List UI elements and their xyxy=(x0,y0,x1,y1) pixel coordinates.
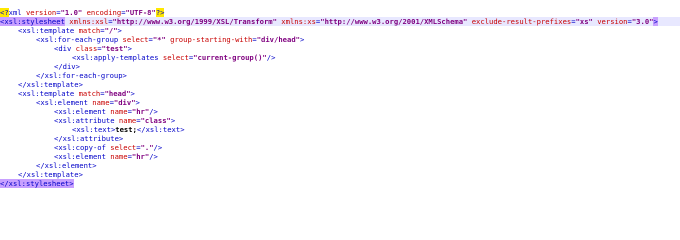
code-token: <xsl:text> xyxy=(72,125,116,134)
code-token: select xyxy=(110,143,137,152)
code-token: match xyxy=(78,89,101,98)
code-line[interactable]: <xsl:element name = "div" > xyxy=(0,98,680,107)
code-token: group-starting-with xyxy=(170,35,253,44)
code-token: </div> xyxy=(54,62,80,71)
code-token: match xyxy=(78,26,101,35)
code-line[interactable]: <xsl:for-each-group select = "*" group-sta… xyxy=(0,35,680,44)
code-token: class xyxy=(75,44,98,53)
code-line[interactable]: <? xml version = "1.0" encoding = "UTF-8" ?> xyxy=(0,8,680,17)
code-token: ?> xyxy=(155,8,165,17)
code-line[interactable]: <xsl:template match = "head" > xyxy=(0,89,680,98)
code-token: "head" xyxy=(104,89,131,98)
code-token: > xyxy=(170,116,176,125)
code-line[interactable]: <xsl:attribute name = "class" > xyxy=(0,116,680,125)
code-token: <xsl:apply-templates xyxy=(72,53,163,62)
code-line[interactable]: </xsl:template> xyxy=(0,170,680,179)
code-token: "." xyxy=(140,143,154,152)
code-line[interactable]: <xsl:copy-of select = "."/> xyxy=(0,143,680,152)
code-token: version xyxy=(25,8,57,17)
code-line[interactable]: </xsl:template> xyxy=(0,80,680,89)
code-line[interactable]: <div class = "test" > xyxy=(0,44,680,53)
code-token: encoding xyxy=(86,8,122,17)
code-token: "class" xyxy=(140,116,171,125)
code-line[interactable]: </xsl:attribute> xyxy=(0,134,680,143)
code-token: > xyxy=(117,26,122,35)
code-token: <xsl:stylesheet xyxy=(0,17,65,26)
code-line[interactable]: <xsl:template match = "/" > xyxy=(0,26,680,35)
code-token: version xyxy=(597,17,628,26)
code-token: "1.0" xyxy=(60,8,87,17)
code-token: </xsl:stylesheet> xyxy=(0,179,74,188)
code-line[interactable]: </xsl:for-each-group> xyxy=(0,71,680,80)
code-token: /> xyxy=(149,107,158,116)
code-token: select xyxy=(122,35,149,44)
code-token: /> xyxy=(153,143,163,152)
code-token: "http://www.w3.org/2001/XMLSchema" xyxy=(320,17,472,26)
code-token: name xyxy=(110,152,128,161)
code-token: <xsl:copy-of xyxy=(54,143,111,152)
code-token: "*" xyxy=(152,35,171,44)
code-token: "UTF-8" xyxy=(125,8,156,17)
code-token: "xs" xyxy=(575,17,598,26)
code-token: > xyxy=(299,35,305,44)
code-token: /> xyxy=(266,53,276,62)
code-line[interactable]: <xsl:apply-templates select = "current-gro… xyxy=(0,53,680,62)
code-token: select xyxy=(162,53,189,62)
code-token: xml xyxy=(8,8,26,17)
code-token: "div" xyxy=(113,98,136,107)
code-token: exclude-result-prefixes xyxy=(471,17,572,26)
code-token: </xsl:element> xyxy=(36,161,97,170)
code-token: "3.0" xyxy=(631,17,654,26)
code-line[interactable]: <xsl:stylesheet xmlns:xsl = "http://www.w3… xyxy=(0,17,680,26)
code-editor[interactable]: <? xml version = "1.0" encoding = "UTF-8" ?> <x… xyxy=(0,0,680,232)
code-token: <div xyxy=(54,44,76,53)
code-lines[interactable]: <? xml version = "1.0" encoding = "UTF-8" ?> <x… xyxy=(0,8,680,188)
code-line[interactable]: </xsl:element> xyxy=(0,161,680,170)
code-token: xmlns:xsl xyxy=(64,17,109,26)
code-token: name xyxy=(110,107,128,116)
code-token: </xsl:for-each-group> xyxy=(36,71,127,80)
code-token: <xsl:element xyxy=(54,152,111,161)
code-token: > xyxy=(135,98,140,107)
code-token: </xsl:attribute> xyxy=(54,134,124,143)
code-token: > xyxy=(130,89,135,98)
code-token: xmlns:xs xyxy=(281,17,316,26)
code-token: </xsl:template> xyxy=(18,170,83,179)
code-line[interactable]: <xsl:element name = "hr"/> xyxy=(0,152,680,161)
code-token: "div/head" xyxy=(256,35,300,44)
code-token: test; xyxy=(115,125,137,134)
code-token: "current-group()" xyxy=(193,53,267,62)
code-token: <xsl:template xyxy=(18,89,79,98)
code-token: "hr" xyxy=(131,152,150,161)
code-line[interactable]: <xsl:element name = "hr"/> xyxy=(0,107,680,116)
code-token: <? xyxy=(0,8,9,17)
code-token: "hr" xyxy=(131,107,150,116)
code-token: <xsl:element xyxy=(54,107,111,116)
code-token: > xyxy=(127,44,132,53)
code-token: name xyxy=(92,98,110,107)
code-token: "test" xyxy=(101,44,128,53)
code-token: <xsl:attribute xyxy=(54,116,119,125)
code-token: > xyxy=(653,17,658,26)
code-token: <xsl:template xyxy=(18,26,79,35)
code-token: "http://www.w3.org/1999/XSL/Transform" xyxy=(112,17,282,26)
code-token: /> xyxy=(149,152,158,161)
code-token: name xyxy=(118,116,137,125)
code-line[interactable]: </div> xyxy=(0,62,680,71)
code-token: </xsl:template> xyxy=(18,80,83,89)
code-token: <xsl:for-each-group xyxy=(36,35,123,44)
code-line[interactable]: </xsl:stylesheet> xyxy=(0,179,680,188)
code-token: "/" xyxy=(104,26,118,35)
code-token: </xsl:text> xyxy=(136,125,185,134)
code-token: <xsl:element xyxy=(36,98,93,107)
code-line[interactable]: <xsl:text> test; </xsl:text> xyxy=(0,125,680,134)
